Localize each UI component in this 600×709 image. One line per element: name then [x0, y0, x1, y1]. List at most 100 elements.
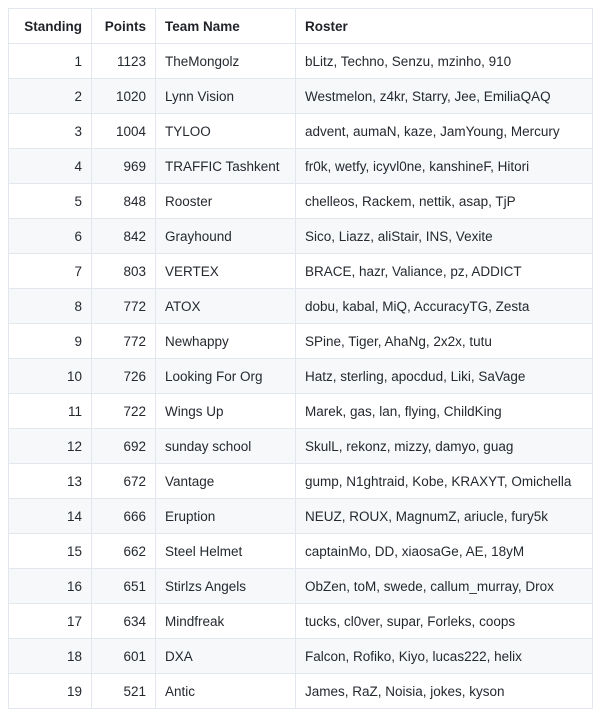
- cell-roster: Westmelon, z4kr, Starry, Jee, EmiliaQAQ: [295, 78, 593, 114]
- cell-points: 803: [91, 253, 156, 289]
- cell-points: 848: [91, 183, 156, 219]
- table-row[interactable]: 12 692 sunday school SkulL, rekonz, mizzy, …: [8, 428, 593, 464]
- table-row[interactable]: 3 1004 TYLOO advent, aumaN, kaze, JamYoung,…: [8, 113, 593, 149]
- cell-team_name: Stirlzs Angels: [155, 568, 296, 604]
- cell-points: 521: [91, 673, 156, 709]
- table-row[interactable]: 5 848 Rooster chelleos, Rackem, nettik, asa…: [8, 183, 593, 219]
- cell-points: 634: [91, 603, 156, 639]
- table-row[interactable]: 6 842 Grayhound Sico, Liazz, aliStair, INS,…: [8, 218, 593, 254]
- cell-roster: James, RaZ, Noisia, jokes, kyson: [295, 673, 593, 709]
- cell-standing: 8: [8, 288, 92, 324]
- cell-standing: 9: [8, 323, 92, 359]
- cell-team_name: Newhappy: [155, 323, 296, 359]
- column-header-standing[interactable]: Standing: [8, 8, 92, 44]
- cell-standing: 16: [8, 568, 92, 604]
- cell-team_name: Rooster: [155, 183, 296, 219]
- table-row[interactable]: 7 803 VERTEX BRACE, hazr, Valiance, pz, ADD…: [8, 253, 593, 289]
- column-header-roster[interactable]: Roster: [295, 8, 593, 44]
- cell-points: 662: [91, 533, 156, 569]
- table-row[interactable]: 18 601 DXA Falcon, Rofiko, Kiyo, lucas222, …: [8, 638, 593, 674]
- cell-roster: NEUZ, ROUX, MagnumZ, ariucle, fury5k: [295, 498, 593, 534]
- cell-roster: tucks, cl0ver, supar, Forleks, coops: [295, 603, 593, 639]
- cell-standing: 4: [8, 148, 92, 184]
- table-body: 1 1123 TheMongolz bLitz, Techno, Senzu, mzi…: [8, 43, 593, 709]
- cell-roster: chelleos, Rackem, nettik, asap, TjP: [295, 183, 593, 219]
- cell-points: 1004: [91, 113, 156, 149]
- table-row[interactable]: 15 662 Steel Helmet captainMo, DD, xiaosaGe…: [8, 533, 593, 569]
- column-header-points[interactable]: Points: [91, 8, 156, 44]
- cell-points: 692: [91, 428, 156, 464]
- table-row[interactable]: 1 1123 TheMongolz bLitz, Techno, Senzu, mzi…: [8, 43, 593, 79]
- standings-table: Standing Points Team Name Roster 1 1123 Th…: [8, 8, 593, 709]
- table-row[interactable]: 14 666 Eruption NEUZ, ROUX, MagnumZ, ariucl…: [8, 498, 593, 534]
- cell-points: 969: [91, 148, 156, 184]
- cell-roster: gump, N1ghtraid, Kobe, KRAXYT, Omichella: [295, 463, 593, 499]
- table-row[interactable]: 13 672 Vantage gump, N1ghtraid, Kobe, KRAXY…: [8, 463, 593, 499]
- cell-standing: 2: [8, 78, 92, 114]
- cell-roster: SkulL, rekonz, mizzy, damyo, guag: [295, 428, 593, 464]
- cell-points: 772: [91, 323, 156, 359]
- cell-roster: bLitz, Techno, Senzu, mzinho, 910: [295, 43, 593, 79]
- cell-standing: 1: [8, 43, 92, 79]
- cell-standing: 5: [8, 183, 92, 219]
- cell-team_name: TYLOO: [155, 113, 296, 149]
- cell-points: 842: [91, 218, 156, 254]
- cell-team_name: TRAFFIC Tashkent: [155, 148, 296, 184]
- cell-standing: 15: [8, 533, 92, 569]
- cell-roster: dobu, kabal, MiQ, AccuracyTG, Zesta: [295, 288, 593, 324]
- table-row[interactable]: 2 1020 Lynn Vision Westmelon, z4kr, Starry,…: [8, 78, 593, 114]
- cell-team_name: VERTEX: [155, 253, 296, 289]
- cell-points: 651: [91, 568, 156, 604]
- cell-points: 601: [91, 638, 156, 674]
- cell-standing: 17: [8, 603, 92, 639]
- cell-roster: Hatz, sterling, apocdud, Liki, SaVage: [295, 358, 593, 394]
- table-row[interactable]: 9 772 Newhappy SPine, Tiger, AhaNg, 2x2x, t…: [8, 323, 593, 359]
- cell-standing: 19: [8, 673, 92, 709]
- cell-points: 722: [91, 393, 156, 429]
- cell-standing: 18: [8, 638, 92, 674]
- cell-team_name: Eruption: [155, 498, 296, 534]
- cell-standing: 12: [8, 428, 92, 464]
- cell-points: 772: [91, 288, 156, 324]
- cell-team_name: Steel Helmet: [155, 533, 296, 569]
- cell-team_name: Vantage: [155, 463, 296, 499]
- cell-standing: 7: [8, 253, 92, 289]
- table-header: Standing Points Team Name Roster: [8, 8, 593, 44]
- cell-roster: Falcon, Rofiko, Kiyo, lucas222, helix: [295, 638, 593, 674]
- table-row[interactable]: 4 969 TRAFFIC Tashkent fr0k, wetfy, icyvl0n…: [8, 148, 593, 184]
- cell-team_name: Antic: [155, 673, 296, 709]
- table-row[interactable]: 8 772 ATOX dobu, kabal, MiQ, AccuracyTG, Ze…: [8, 288, 593, 324]
- cell-team_name: Lynn Vision: [155, 78, 296, 114]
- cell-team_name: DXA: [155, 638, 296, 674]
- cell-team_name: ATOX: [155, 288, 296, 324]
- table-row[interactable]: 10 726 Looking For Org Hatz, sterling, apoc…: [8, 358, 593, 394]
- cell-roster: fr0k, wetfy, icyvl0ne, kanshineF, Hitori: [295, 148, 593, 184]
- cell-team_name: sunday school: [155, 428, 296, 464]
- cell-points: 1020: [91, 78, 156, 114]
- cell-standing: 6: [8, 218, 92, 254]
- table-header-row: Standing Points Team Name Roster: [8, 8, 593, 44]
- cell-roster: BRACE, hazr, Valiance, pz, ADDICT: [295, 253, 593, 289]
- cell-roster: ObZen, toM, swede, callum_murray, Drox: [295, 568, 593, 604]
- cell-roster: SPine, Tiger, AhaNg, 2x2x, tutu: [295, 323, 593, 359]
- cell-points: 672: [91, 463, 156, 499]
- cell-roster: captainMo, DD, xiaosaGe, AE, 18yM: [295, 533, 593, 569]
- cell-team_name: Looking For Org: [155, 358, 296, 394]
- cell-standing: 10: [8, 358, 92, 394]
- table-row[interactable]: 16 651 Stirlzs Angels ObZen, toM, swede, ca…: [8, 568, 593, 604]
- cell-roster: advent, aumaN, kaze, JamYoung, Mercury: [295, 113, 593, 149]
- cell-standing: 3: [8, 113, 92, 149]
- cell-roster: Marek, gas, lan, flying, ChildKing: [295, 393, 593, 429]
- cell-points: 666: [91, 498, 156, 534]
- cell-team_name: Wings Up: [155, 393, 296, 429]
- cell-team_name: TheMongolz: [155, 43, 296, 79]
- cell-team_name: Grayhound: [155, 218, 296, 254]
- standings-table-container: Standing Points Team Name Roster 1 1123 Th…: [8, 8, 593, 709]
- table-row[interactable]: 17 634 Mindfreak tucks, cl0ver, supar, Forl…: [8, 603, 593, 639]
- cell-points: 726: [91, 358, 156, 394]
- table-row[interactable]: 19 521 Antic James, RaZ, Noisia, jokes, kys…: [8, 673, 593, 709]
- table-row[interactable]: 11 722 Wings Up Marek, gas, lan, flying, Ch…: [8, 393, 593, 429]
- cell-points: 1123: [91, 43, 156, 79]
- column-header-team-name[interactable]: Team Name: [155, 8, 296, 44]
- cell-roster: Sico, Liazz, aliStair, INS, Vexite: [295, 218, 593, 254]
